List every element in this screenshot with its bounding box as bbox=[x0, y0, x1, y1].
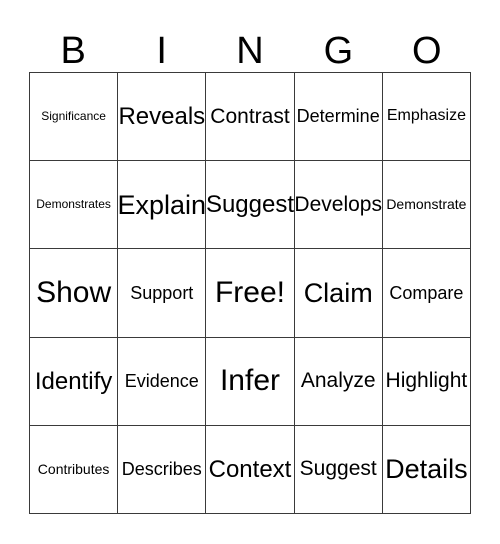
bingo-cell-label: Emphasize bbox=[386, 107, 466, 125]
bingo-cell-label: Evidence bbox=[124, 370, 199, 391]
bingo-cell-r3c2[interactable]: Support bbox=[118, 249, 207, 338]
bingo-header-letter-n: N bbox=[236, 30, 264, 72]
bingo-card: B I N G O Significance Reveals Contrast … bbox=[0, 0, 500, 544]
bingo-header-row: B I N G O bbox=[29, 18, 471, 72]
bingo-header-letter-o: O bbox=[412, 30, 442, 72]
bingo-free-space-label: Free! bbox=[214, 276, 285, 310]
bingo-cell-r1c2[interactable]: Reveals bbox=[118, 73, 207, 162]
bingo-cell-r4c1[interactable]: Identify bbox=[30, 337, 119, 426]
bingo-cell-r5c1[interactable]: Contributes bbox=[30, 425, 119, 514]
bingo-cell-r2c2[interactable]: Explain bbox=[118, 161, 207, 250]
bingo-cell-r4c2[interactable]: Evidence bbox=[118, 337, 207, 426]
bingo-cell-r4c3[interactable]: Infer bbox=[206, 337, 295, 426]
bingo-cell-label: Analyze bbox=[300, 369, 376, 393]
bingo-header-letter-i: I bbox=[156, 30, 167, 72]
bingo-cell-label: Reveals bbox=[118, 103, 206, 130]
bingo-cell-label: Infer bbox=[219, 364, 280, 398]
bingo-cell-label: Identify bbox=[34, 367, 113, 395]
bingo-cell-label: Show bbox=[36, 276, 112, 310]
bingo-cell-r2c5[interactable]: Demonstrate bbox=[382, 161, 471, 250]
bingo-cell-r3c4[interactable]: Claim bbox=[294, 249, 383, 338]
bingo-cell-r5c2[interactable]: Describes bbox=[118, 425, 207, 514]
bingo-cell-r5c3[interactable]: Context bbox=[206, 425, 295, 514]
bingo-cell-label: Context bbox=[208, 455, 292, 483]
bingo-cell-label: Determine bbox=[296, 106, 380, 127]
bingo-cell-label: Explain bbox=[118, 189, 207, 220]
bingo-cell-label: Highlight bbox=[385, 369, 468, 393]
bingo-cell-free-space[interactable]: Free! bbox=[206, 249, 295, 338]
bingo-cell-label: Claim bbox=[303, 277, 373, 308]
bingo-cell-label: Describes bbox=[121, 458, 202, 479]
bingo-cell-label: Develops bbox=[294, 192, 382, 216]
bingo-cell-label: Suggest bbox=[299, 457, 377, 481]
bingo-cell-label: Contributes bbox=[37, 461, 110, 478]
bingo-cell-r4c5[interactable]: Highlight bbox=[382, 337, 471, 426]
bingo-cell-r3c5[interactable]: Compare bbox=[382, 249, 471, 338]
bingo-cell-r2c3[interactable]: Suggest bbox=[206, 161, 295, 250]
bingo-cell-label: Compare bbox=[389, 282, 464, 303]
bingo-cell-label: Demonstrates bbox=[36, 197, 111, 212]
bingo-cell-label: Significance bbox=[41, 109, 106, 124]
bingo-cell-r5c5[interactable]: Details bbox=[382, 425, 471, 514]
bingo-header-letter-b: B bbox=[60, 30, 86, 72]
bingo-grid: Significance Reveals Contrast Determine … bbox=[29, 72, 471, 514]
bingo-cell-r3c1[interactable]: Show bbox=[30, 249, 119, 338]
bingo-cell-label: Support bbox=[130, 282, 194, 303]
bingo-cell-r1c4[interactable]: Determine bbox=[294, 73, 383, 162]
bingo-cell-label: Demonstrate bbox=[386, 196, 467, 213]
bingo-cell-r1c1[interactable]: Significance bbox=[30, 73, 119, 162]
bingo-cell-r5c4[interactable]: Suggest bbox=[294, 425, 383, 514]
bingo-header-letter-g: G bbox=[323, 30, 354, 72]
bingo-cell-label: Details bbox=[385, 454, 468, 485]
bingo-cell-r1c5[interactable]: Emphasize bbox=[382, 73, 471, 162]
bingo-cell-label: Contrast bbox=[210, 104, 290, 128]
bingo-cell-r2c1[interactable]: Demonstrates bbox=[30, 161, 119, 250]
bingo-cell-r4c4[interactable]: Analyze bbox=[294, 337, 383, 426]
bingo-cell-r1c3[interactable]: Contrast bbox=[206, 73, 295, 162]
bingo-cell-label: Suggest bbox=[206, 191, 295, 219]
bingo-cell-r2c4[interactable]: Develops bbox=[294, 161, 383, 250]
